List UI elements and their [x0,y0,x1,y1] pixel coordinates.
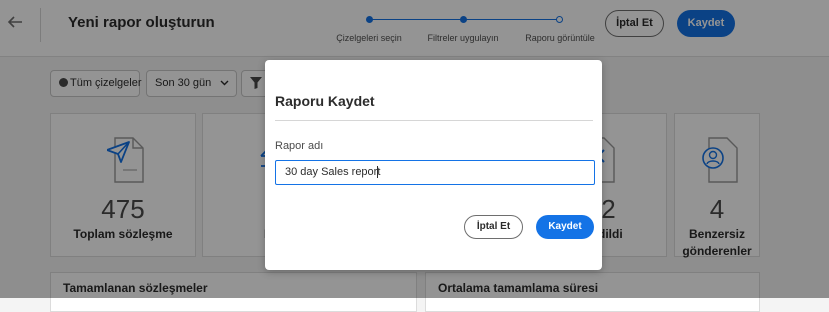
dialog-save-button[interactable]: Kaydet [536,215,594,239]
report-name-input[interactable]: 30 day Sales report [275,160,595,185]
dialog-cancel-button[interactable]: İptal Et [464,215,523,239]
save-report-dialog: Raporu Kaydet Rapor adı 30 day Sales rep… [265,60,602,270]
dialog-divider [275,120,593,121]
dialog-title: Raporu Kaydet [275,93,375,109]
report-name-label: Rapor adı [275,140,324,152]
text-cursor [377,166,379,179]
report-name-value: 30 day Sales report [285,166,381,178]
